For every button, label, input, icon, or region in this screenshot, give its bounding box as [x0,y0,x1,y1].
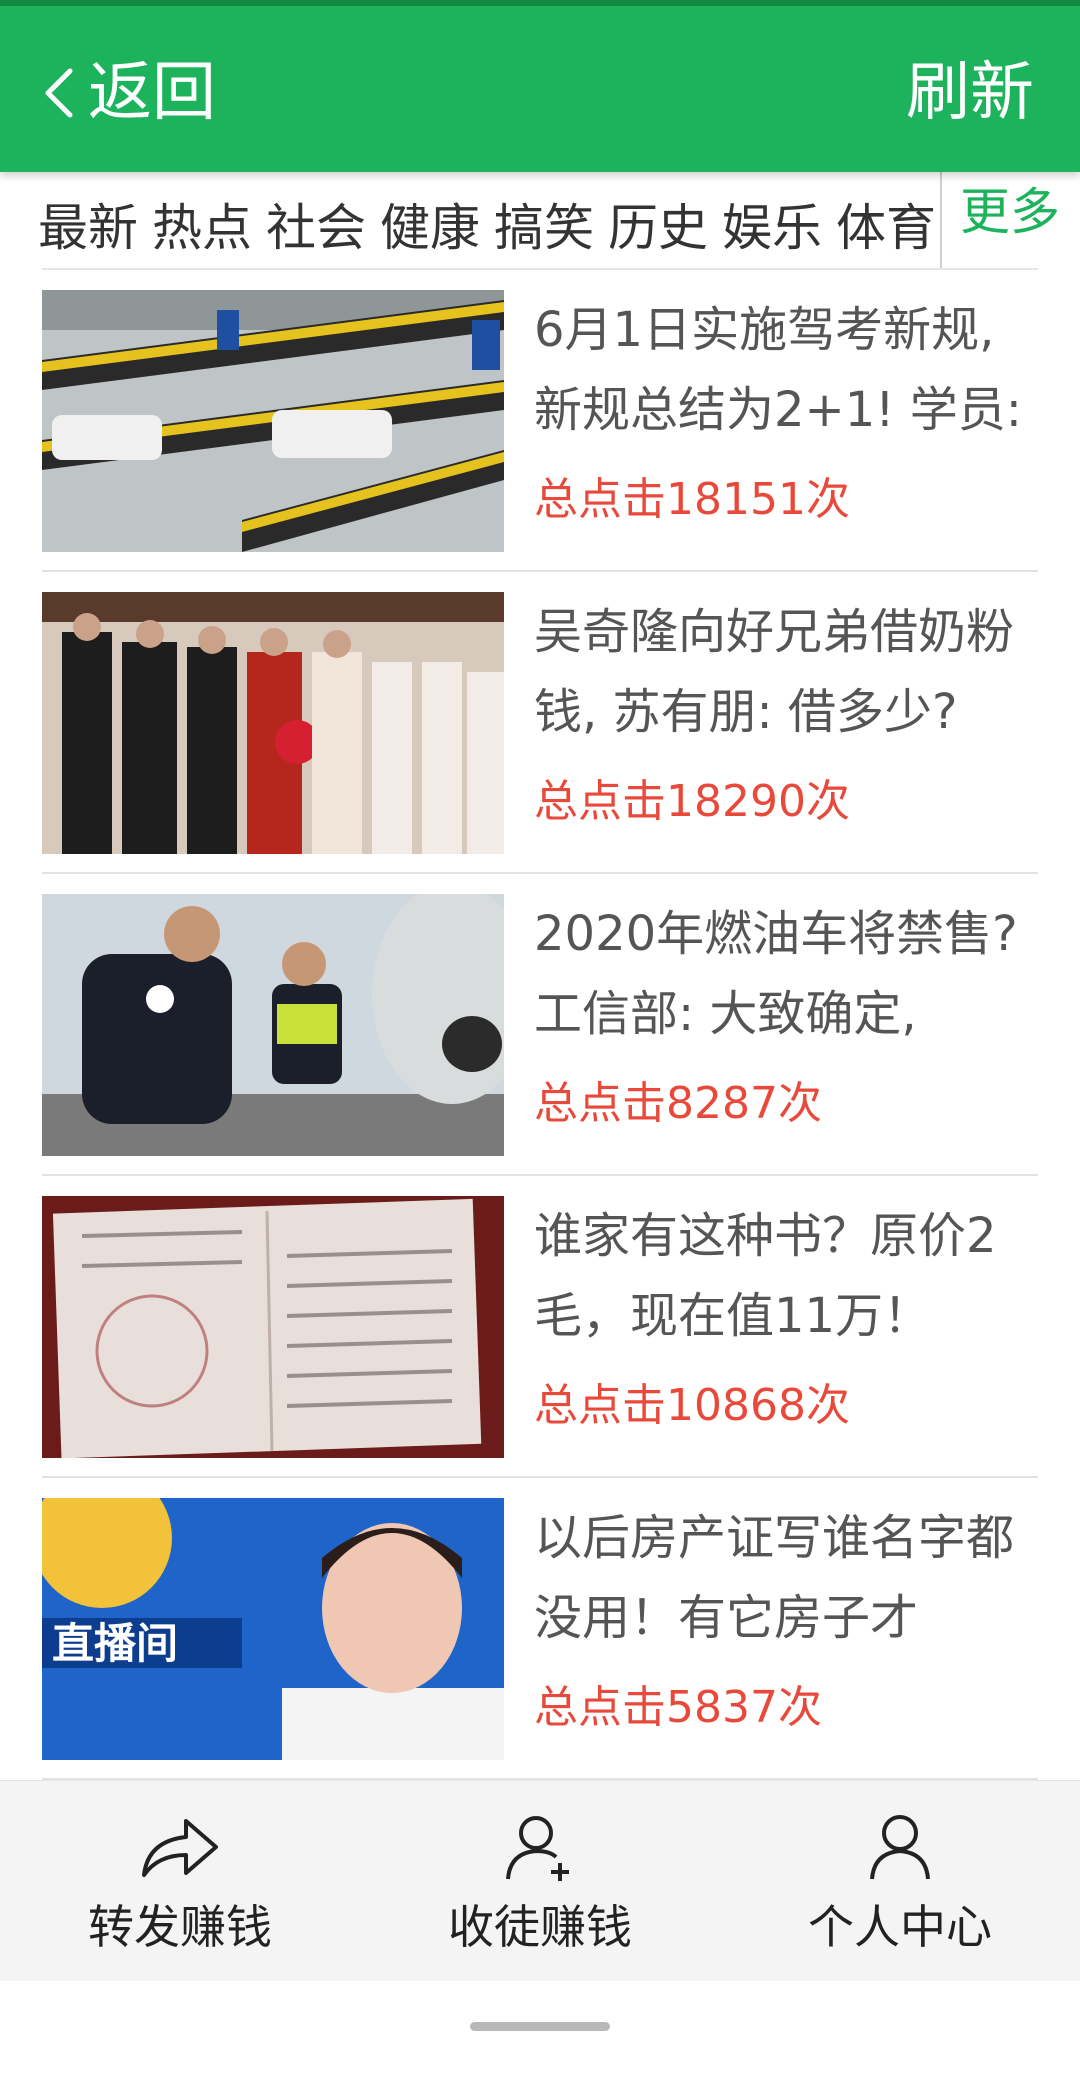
tab-recruit-earn[interactable]: 收徒赚钱 [360,1781,720,1981]
tab-recruit-earn-label: 收徒赚钱 [448,1900,632,1954]
click-count: 总点击5837次 [534,1682,822,1733]
driving-test-track-photo [42,290,504,552]
click-count: 总点击18290次 [534,776,850,827]
category-bar: 最新 热点 社会 健康 搞笑 历史 娱乐 体育 更多 [0,172,1080,270]
tab-share-earn[interactable]: 转发赚钱 [0,1781,360,1981]
category-tab-society[interactable]: 社会 [266,188,366,268]
bottom-nav: 转发赚钱 收徒赚钱 个人中心 [0,1780,1080,1981]
exhaust-inspection-photo [42,894,504,1156]
top-bar: 返回 刷新 [0,0,1080,172]
news-title: 以后房产证写谁名字都没用！有它房子才 [534,1510,1015,1646]
more-categories-button[interactable]: 更多 [960,172,1060,252]
wedding-photo [42,592,504,854]
click-count: 总点击18151次 [534,474,850,525]
tab-profile[interactable]: 个人中心 [720,1781,1080,1981]
news-item[interactable]: 直播间 以后房产证写谁名字都没用！有它房子才 总点击5837次 [42,1478,1038,1780]
svg-text:直播间: 直播间 [52,1619,178,1668]
category-tab-hot[interactable]: 热点 [152,188,252,268]
user-icon [870,1815,930,1880]
news-feed: 6月1日实施驾考新规, 新规总结为2+1! 学员: 总点击18151次 吴奇隆向… [42,270,1038,1780]
chevron-left-icon [45,68,73,118]
tab-profile-label: 个人中心 [808,1900,992,1954]
news-title: 6月1日实施驾考新规, 新规总结为2+1! 学员: [534,302,1022,438]
news-title: 吴奇隆向好兄弟借奶粉钱, 苏有朋: 借多少? [534,604,1015,740]
back-button[interactable]: 返回 [40,48,216,138]
news-item[interactable]: 吴奇隆向好兄弟借奶粉钱, 苏有朋: 借多少? 总点击18290次 [42,572,1038,874]
news-title: 谁家有这种书？原价2毛，现在值11万！ [534,1208,997,1344]
category-list: 最新 热点 社会 健康 搞笑 历史 娱乐 体育 [38,188,950,268]
home-indicator[interactable] [470,2022,610,2031]
click-count: 总点击10868次 [534,1380,850,1431]
tab-share-earn-label: 转发赚钱 [88,1900,272,1954]
click-count: 总点击8287次 [534,1078,822,1129]
news-anchor-photo: 直播间 [42,1498,504,1760]
category-tab-funny[interactable]: 搞笑 [494,188,594,268]
news-item[interactable]: 2020年燃油车将禁售? 工信部: 大致确定, 总点击8287次 [42,874,1038,1176]
back-label: 返回 [88,56,216,130]
news-item[interactable]: 谁家有这种书？原价2毛，现在值11万！ 总点击10868次 [42,1176,1038,1478]
category-tab-history[interactable]: 历史 [608,188,708,268]
category-tab-latest[interactable]: 最新 [38,188,138,268]
share-arrow-icon [142,1819,218,1877]
add-user-icon [506,1816,569,1881]
category-tab-health[interactable]: 健康 [380,188,480,268]
old-booklet-photo [42,1196,504,1458]
news-item[interactable]: 6月1日实施驾考新规, 新规总结为2+1! 学员: 总点击18151次 [42,270,1038,572]
category-tab-sports[interactable]: 体育 [836,188,936,268]
status-strip [0,0,1080,6]
refresh-button[interactable]: 刷新 [906,48,1034,138]
news-title: 2020年燃油车将禁售? 工信部: 大致确定, [534,906,1018,1042]
category-tab-entertainment[interactable]: 娱乐 [722,188,822,268]
category-divider [940,172,942,270]
